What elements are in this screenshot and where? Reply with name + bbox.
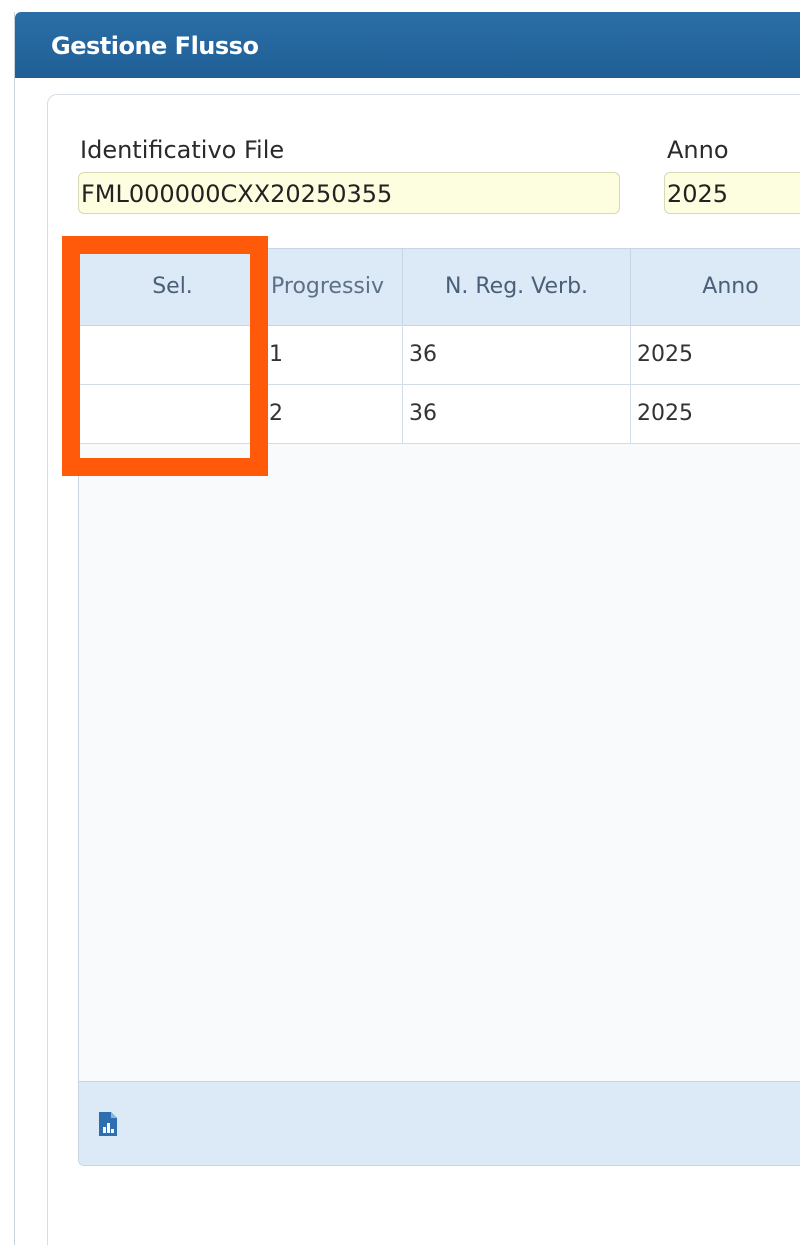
n-reg-verb-cell: 36	[403, 326, 631, 384]
table-row[interactable]: 2 36 2025	[79, 385, 800, 444]
row-select-cell[interactable]	[79, 326, 267, 384]
column-header-sel[interactable]: Sel.	[79, 249, 267, 325]
file-id-label: Identificativo File	[80, 136, 285, 164]
window-title: Gestione Flusso	[51, 32, 259, 60]
progressivo-cell: 2	[267, 385, 403, 443]
column-header-progressivo[interactable]: Progressiv	[267, 249, 403, 325]
anno-label: Anno	[667, 136, 729, 164]
anno-field[interactable]: 2025	[664, 172, 800, 214]
n-reg-verb-cell: 36	[403, 385, 631, 443]
table-row[interactable]: 1 36 2025	[79, 326, 800, 385]
grid-footer-toolbar	[79, 1081, 800, 1165]
progressivo-cell: 1	[267, 326, 403, 384]
anno-cell: 2025	[631, 385, 800, 443]
flusso-grid: Sel. Progressiv N. Reg. Verb. Anno 1 36 …	[78, 248, 800, 1166]
report-chart-icon[interactable]	[97, 1110, 119, 1138]
file-id-field[interactable]: FML000000CXX20250355	[78, 172, 620, 214]
window-titlebar: Gestione Flusso	[15, 12, 800, 78]
row-select-cell[interactable]	[79, 385, 267, 443]
column-header-anno[interactable]: Anno	[631, 249, 800, 325]
anno-cell: 2025	[631, 326, 800, 384]
grid-header: Sel. Progressiv N. Reg. Verb. Anno	[79, 249, 800, 326]
column-header-n-reg-verb[interactable]: N. Reg. Verb.	[403, 249, 631, 325]
